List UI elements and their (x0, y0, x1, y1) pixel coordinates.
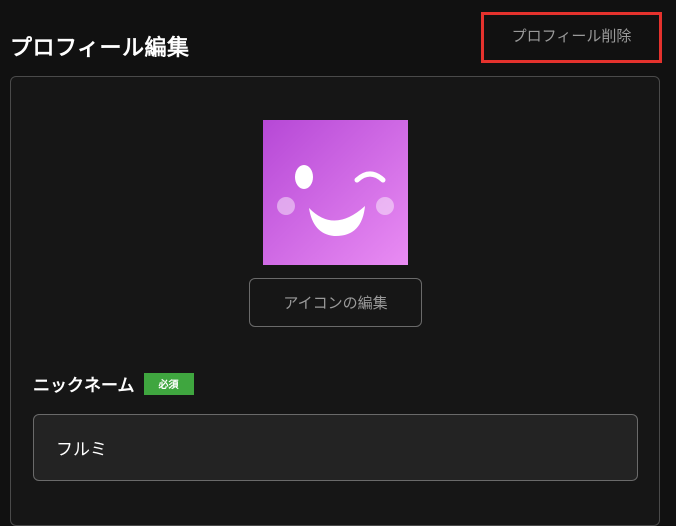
profile-edit-card: アイコンの編集 ニックネーム 必須 (10, 76, 660, 526)
edit-icon-button[interactable]: アイコンの編集 (249, 278, 422, 327)
nickname-label: ニックネーム (33, 376, 135, 396)
nickname-input[interactable] (33, 414, 638, 481)
nickname-label-row: ニックネーム 必須 (33, 371, 194, 396)
required-badge: 必須 (143, 372, 194, 395)
avatar-smile-icon[interactable] (263, 120, 408, 265)
page-title: プロフィール編集 (10, 36, 190, 61)
delete-profile-button[interactable]: プロフィール削除 (481, 12, 662, 63)
